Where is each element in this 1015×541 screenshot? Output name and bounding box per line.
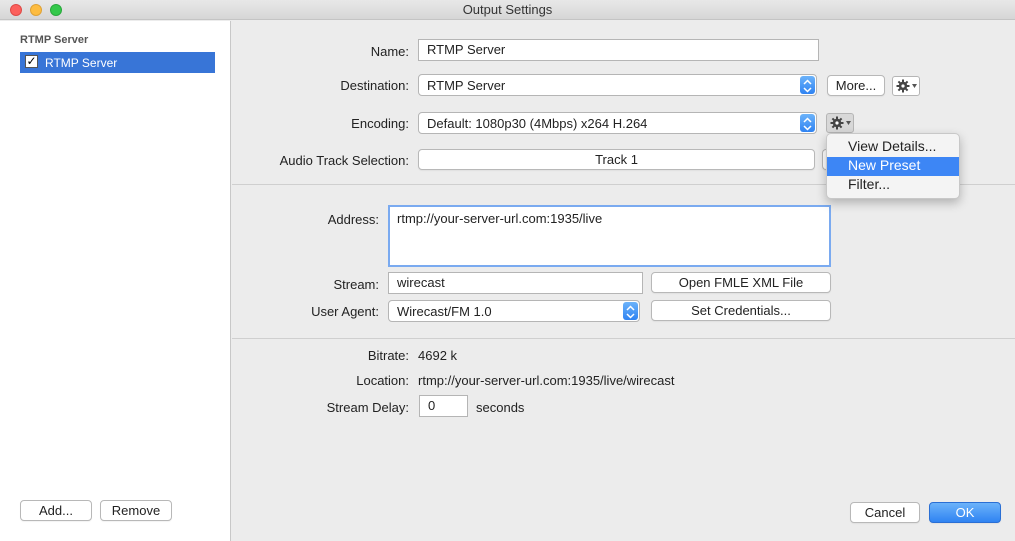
stream-field[interactable]: wirecast bbox=[388, 272, 643, 294]
user-agent-label: User Agent: bbox=[311, 304, 379, 319]
name-field[interactable]: RTMP Server bbox=[418, 39, 819, 61]
gear-icon bbox=[896, 79, 917, 93]
cancel-button[interactable]: Cancel bbox=[850, 502, 920, 523]
address-field[interactable]: rtmp://your-server-url.com:1935/live bbox=[388, 205, 831, 267]
updown-arrows-icon bbox=[800, 114, 815, 132]
encoding-value: Default: 1080p30 (4Mbps) x264 H.264 bbox=[427, 116, 648, 131]
add-button[interactable]: Add... bbox=[20, 500, 92, 521]
menu-item-view-details[interactable]: View Details... bbox=[827, 138, 959, 157]
window-title: Output Settings bbox=[462, 2, 553, 17]
gear-icon bbox=[830, 116, 851, 130]
sidebar-item-label: RTMP Server bbox=[45, 56, 118, 70]
stream-label: Stream: bbox=[333, 277, 379, 292]
destination-select[interactable]: RTMP Server bbox=[418, 74, 817, 96]
sidebar-header: RTMP Server bbox=[20, 34, 89, 46]
gear-dropdown-menu: View Details... New Preset Filter... bbox=[826, 133, 960, 199]
location-value: rtmp://your-server-url.com:1935/live/wir… bbox=[418, 373, 675, 388]
stream-delay-field[interactable]: 0 bbox=[419, 395, 468, 417]
updown-arrows-icon bbox=[800, 76, 815, 94]
title-bar: Output Settings bbox=[0, 0, 1015, 20]
encoding-select[interactable]: Default: 1080p30 (4Mbps) x264 H.264 bbox=[418, 112, 817, 134]
more-button[interactable]: More... bbox=[827, 75, 885, 96]
set-credentials-button[interactable]: Set Credentials... bbox=[651, 300, 831, 321]
destination-gear-button[interactable] bbox=[892, 76, 920, 96]
menu-item-filter[interactable]: Filter... bbox=[827, 176, 959, 195]
destination-value: RTMP Server bbox=[427, 78, 506, 93]
encoding-label: Encoding: bbox=[351, 116, 409, 131]
sidebar-item-rtmp-server[interactable]: ✓ RTMP Server bbox=[20, 52, 215, 73]
location-label: Location: bbox=[356, 373, 409, 388]
section-divider bbox=[232, 338, 1015, 339]
name-label: Name: bbox=[370, 44, 409, 59]
user-agent-select[interactable]: Wirecast/FM 1.0 bbox=[388, 300, 640, 322]
ok-button[interactable]: OK bbox=[929, 502, 1001, 523]
updown-arrows-icon bbox=[623, 302, 638, 320]
user-agent-value: Wirecast/FM 1.0 bbox=[397, 304, 492, 319]
stream-delay-unit: seconds bbox=[476, 400, 525, 415]
audio-track-button[interactable]: Track 1 bbox=[418, 149, 815, 170]
remove-button[interactable]: Remove bbox=[100, 500, 172, 521]
stream-delay-label: Stream Delay: bbox=[326, 400, 409, 415]
sidebar: RTMP Server ✓ RTMP Server Add... Remove bbox=[0, 21, 231, 541]
menu-item-new-preset[interactable]: New Preset bbox=[827, 157, 959, 176]
bitrate-label: Bitrate: bbox=[367, 348, 409, 363]
destination-label: Destination: bbox=[340, 78, 409, 93]
address-label: Address: bbox=[327, 212, 379, 227]
open-fmle-xml-button[interactable]: Open FMLE XML File bbox=[651, 272, 831, 293]
encoding-gear-button[interactable] bbox=[826, 113, 854, 133]
bitrate-value: 4692 k bbox=[418, 348, 458, 363]
audio-track-label: Audio Track Selection: bbox=[279, 153, 409, 168]
enabled-checkbox[interactable]: ✓ bbox=[25, 55, 38, 68]
